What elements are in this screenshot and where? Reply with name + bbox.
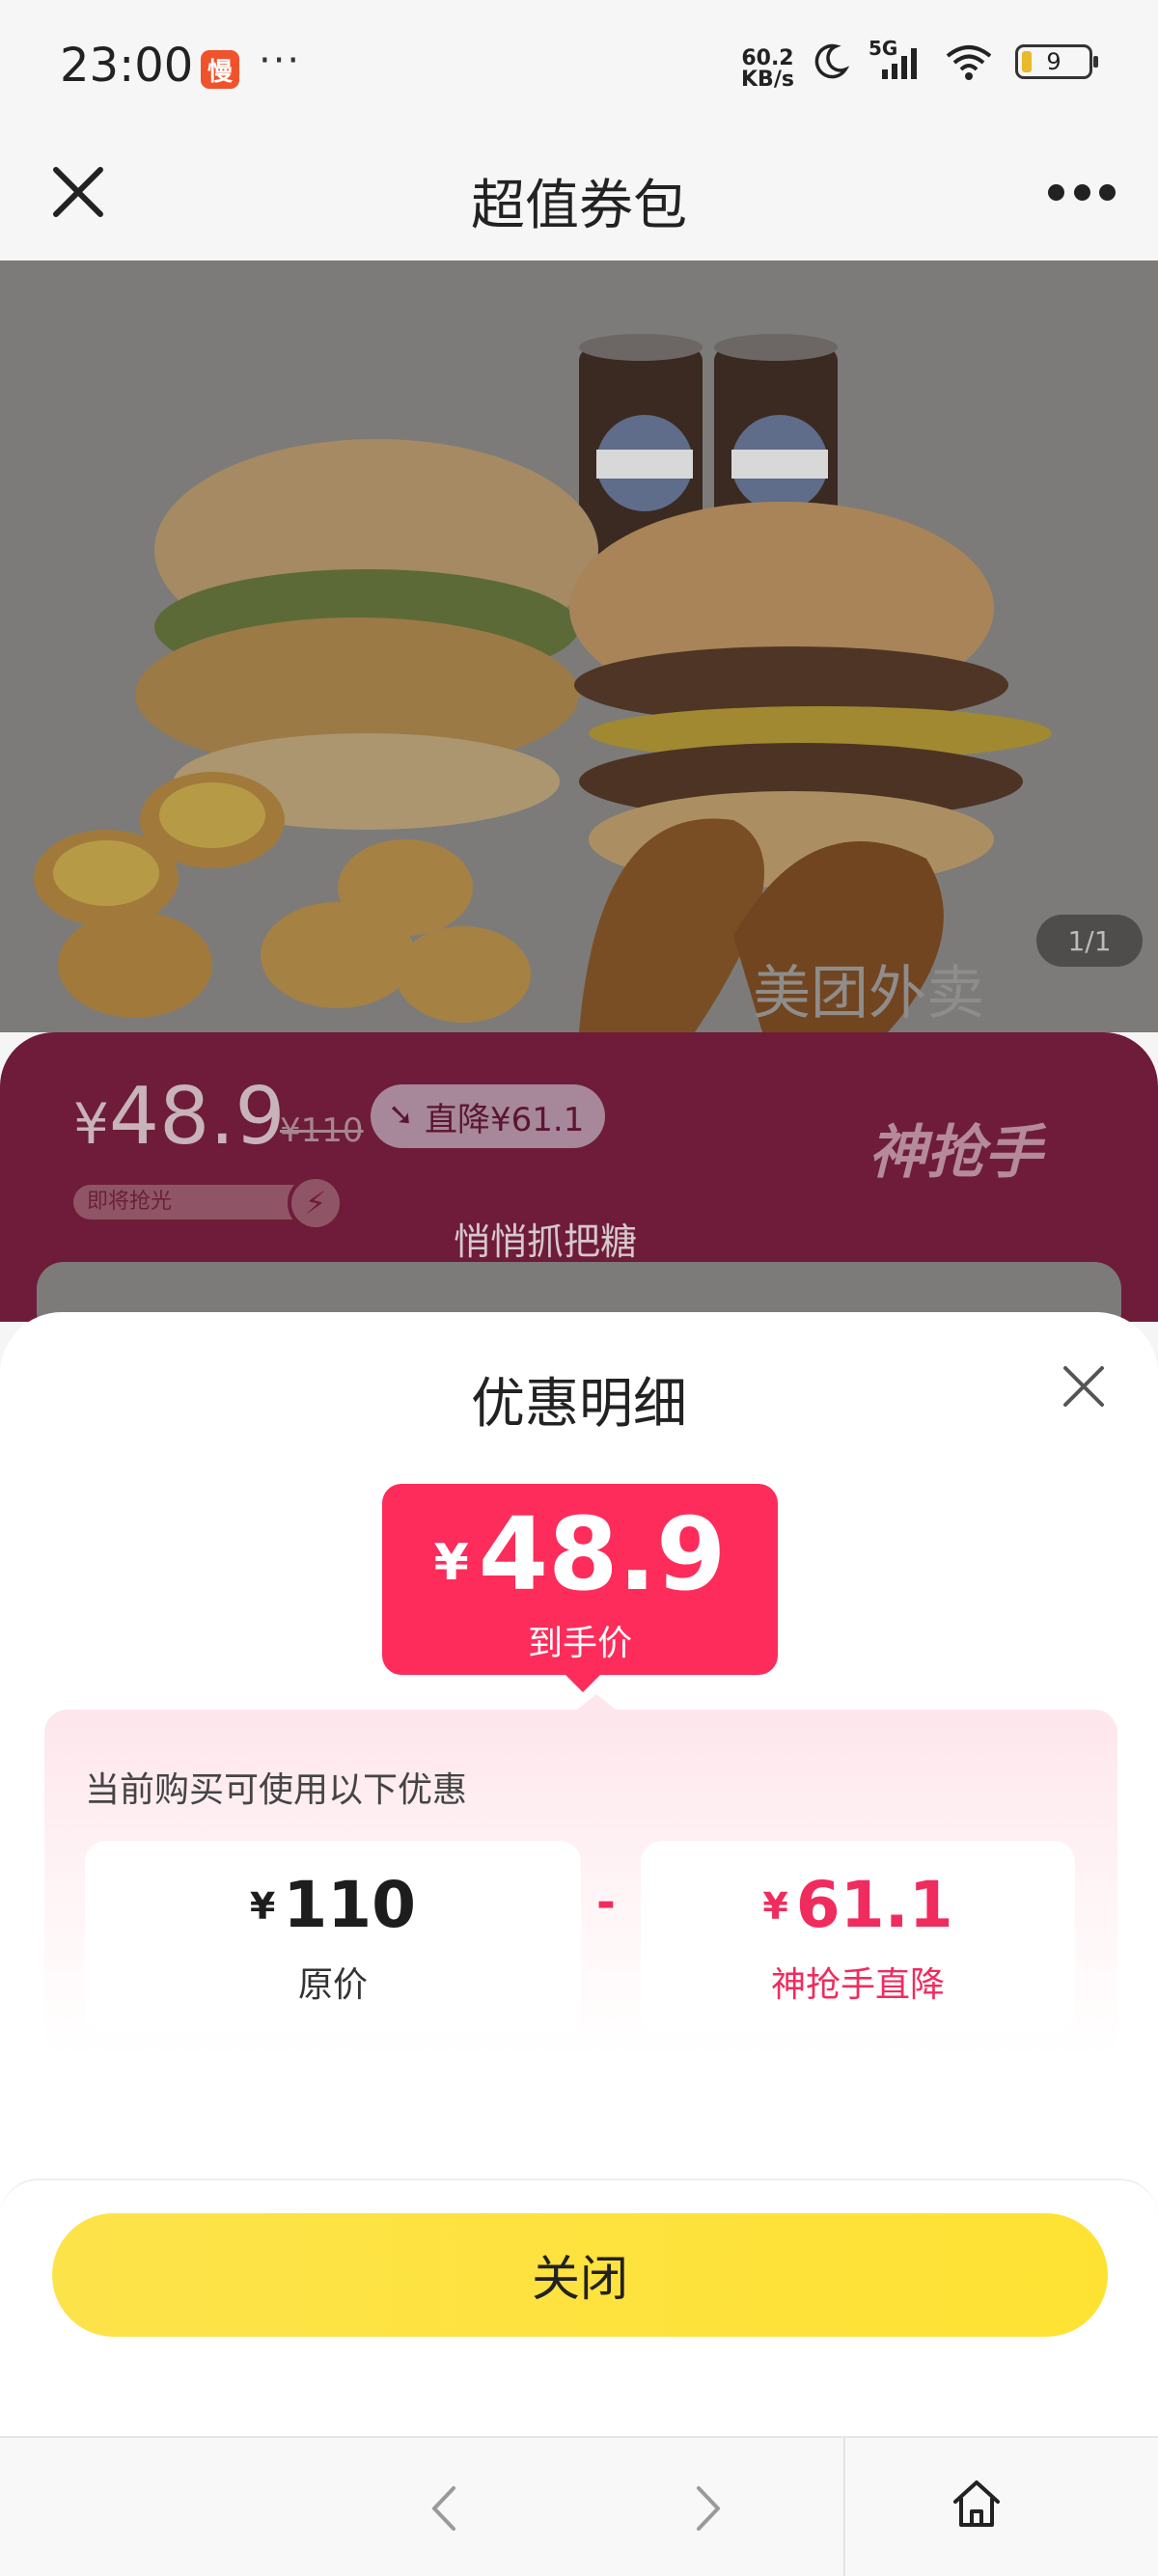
final-price-label: 到手价: [527, 1624, 632, 1663]
status-icons: 5G 9: [811, 37, 1098, 81]
dot: [1073, 183, 1090, 201]
more-notifications-indicator: ···: [259, 39, 302, 83]
original-price-card: ¥110 原价: [85, 1841, 581, 2034]
page-title: 超值券包: [471, 175, 687, 237]
discount-currency: ¥: [762, 1885, 788, 1928]
band-price: ¥48.9: [73, 1071, 285, 1163]
discount-amount: ¥61.1: [641, 1868, 1075, 1942]
more-dots-icon[interactable]: [1048, 168, 1116, 216]
nav-bar: 超值券包: [0, 135, 1158, 260]
watermark-text: 美团外卖: [753, 960, 984, 1028]
band-original-price: ¥110: [280, 1111, 364, 1150]
original-price-label: 原价: [297, 1965, 368, 2005]
discount-amount-value: 61.1: [795, 1868, 953, 1942]
moon-icon: [814, 43, 849, 79]
meal-illustration: 美团外卖: [34, 334, 1052, 1032]
product-image: 美团外卖 1/1: [0, 260, 1158, 1032]
forward-arrow-icon[interactable]: [687, 2482, 730, 2535]
discount-hint: 当前购买可使用以下优惠: [85, 1770, 468, 1810]
original-currency: ¥: [249, 1885, 276, 1928]
sheet-footer: 关闭: [0, 2179, 1158, 2436]
band-currency: ¥: [73, 1091, 109, 1157]
dot: [1048, 183, 1064, 201]
original-price: ¥110: [85, 1868, 581, 1942]
browser-bottom-nav: [0, 2436, 1158, 2576]
app-notification-icon: 慢: [201, 50, 239, 89]
band-price-value: 48.9: [108, 1071, 286, 1163]
minus-sign: -: [596, 1876, 616, 1930]
nav-divider: [843, 2438, 845, 2576]
sheet-close-icon[interactable]: [1062, 1364, 1106, 1409]
network-speed: 60.2 KB/s: [741, 48, 794, 91]
back-arrow-icon[interactable]: [423, 2482, 465, 2535]
battery-level: 9: [1046, 48, 1062, 75]
network-speed-value: 60.2: [741, 46, 794, 70]
battery-icon: 9: [1015, 44, 1098, 79]
image-counter: 1/1: [1036, 915, 1143, 967]
final-price-value: 48.9: [478, 1495, 727, 1613]
discount-card: ¥61.1 神抢手直降: [641, 1841, 1075, 2034]
final-price: ¥48.9: [382, 1501, 778, 1616]
band-drop-label: 直降¥61.1: [425, 1100, 585, 1139]
close-button[interactable]: 关闭: [52, 2213, 1108, 2337]
sheet-title: 优惠明细: [471, 1373, 687, 1436]
band-drop-badge: 直降¥61.1: [371, 1084, 606, 1148]
discount-detail-sheet: 优惠明细 ¥48.9 到手价 当前购买可使用以下优惠 ¥110 原价 - ¥61…: [0, 1312, 1158, 2436]
price-band: ¥48.9 ¥110 直降¥61.1 即将抢光 ⚡ 神抢手 悄悄抓把糖: [0, 1032, 1158, 1322]
discount-breakdown: 当前购买可使用以下优惠 ¥110 原价 - ¥61.1 神抢手直降: [44, 1694, 1117, 2057]
wifi-icon: [946, 45, 992, 80]
band-slogan: 悄悄抓把糖: [453, 1220, 637, 1263]
network-speed-unit: KB/s: [741, 68, 794, 92]
discount-label: 神抢手直降: [770, 1965, 945, 2005]
status-time: 23:00: [60, 39, 194, 93]
home-icon[interactable]: [950, 2477, 1004, 2531]
final-currency: ¥: [433, 1534, 469, 1592]
dot: [1099, 183, 1116, 201]
brand-logo: 神抢手: [868, 1119, 1042, 1187]
final-price-badge: ¥48.9 到手价: [382, 1484, 778, 1692]
original-price-value: 110: [283, 1868, 417, 1942]
signal-icon: 5G: [868, 37, 923, 81]
status-bar: 23:00 慢 ··· 60.2 KB/s 5G 9: [0, 0, 1158, 135]
